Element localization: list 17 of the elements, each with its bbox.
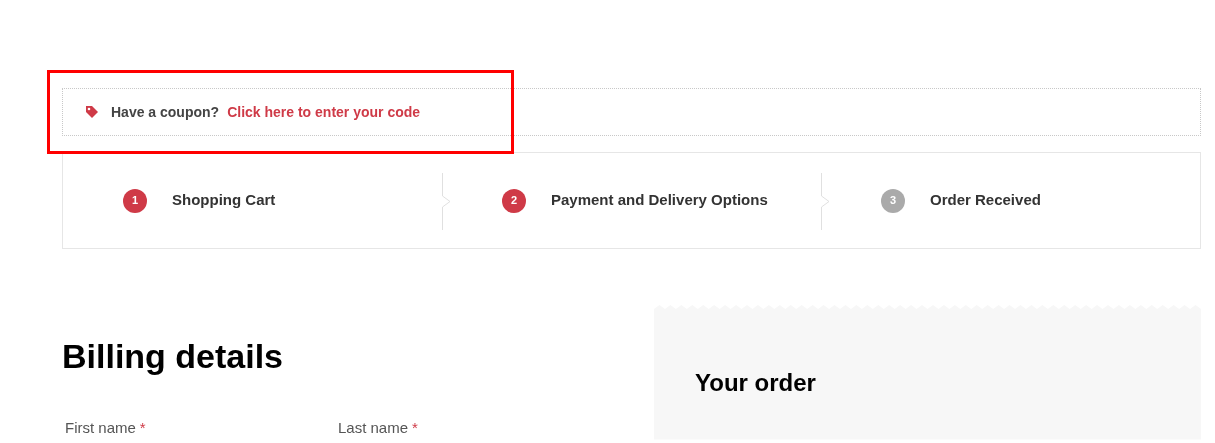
- step-label: Payment and Delivery Options: [551, 190, 768, 211]
- field-label: Last name: [338, 418, 409, 438]
- step-number: 1: [123, 188, 147, 213]
- coupon-link[interactable]: Click here to enter your code: [227, 101, 421, 123]
- step-divider: [821, 173, 831, 230]
- step-number: 2: [502, 188, 526, 213]
- order-title: Your order: [695, 371, 817, 395]
- step-number: 3: [881, 188, 905, 213]
- field-label: First name: [65, 418, 136, 438]
- required-mark: *: [412, 418, 418, 438]
- step-divider: [442, 173, 452, 230]
- tag-icon: [85, 105, 99, 119]
- step-label: Order Received: [930, 190, 1041, 211]
- billing-title: Billing details: [62, 339, 285, 373]
- required-mark: *: [139, 418, 146, 438]
- step-label: Shopping Cart: [172, 190, 276, 211]
- coupon-prompt: Have a coupon?: [111, 102, 220, 122]
